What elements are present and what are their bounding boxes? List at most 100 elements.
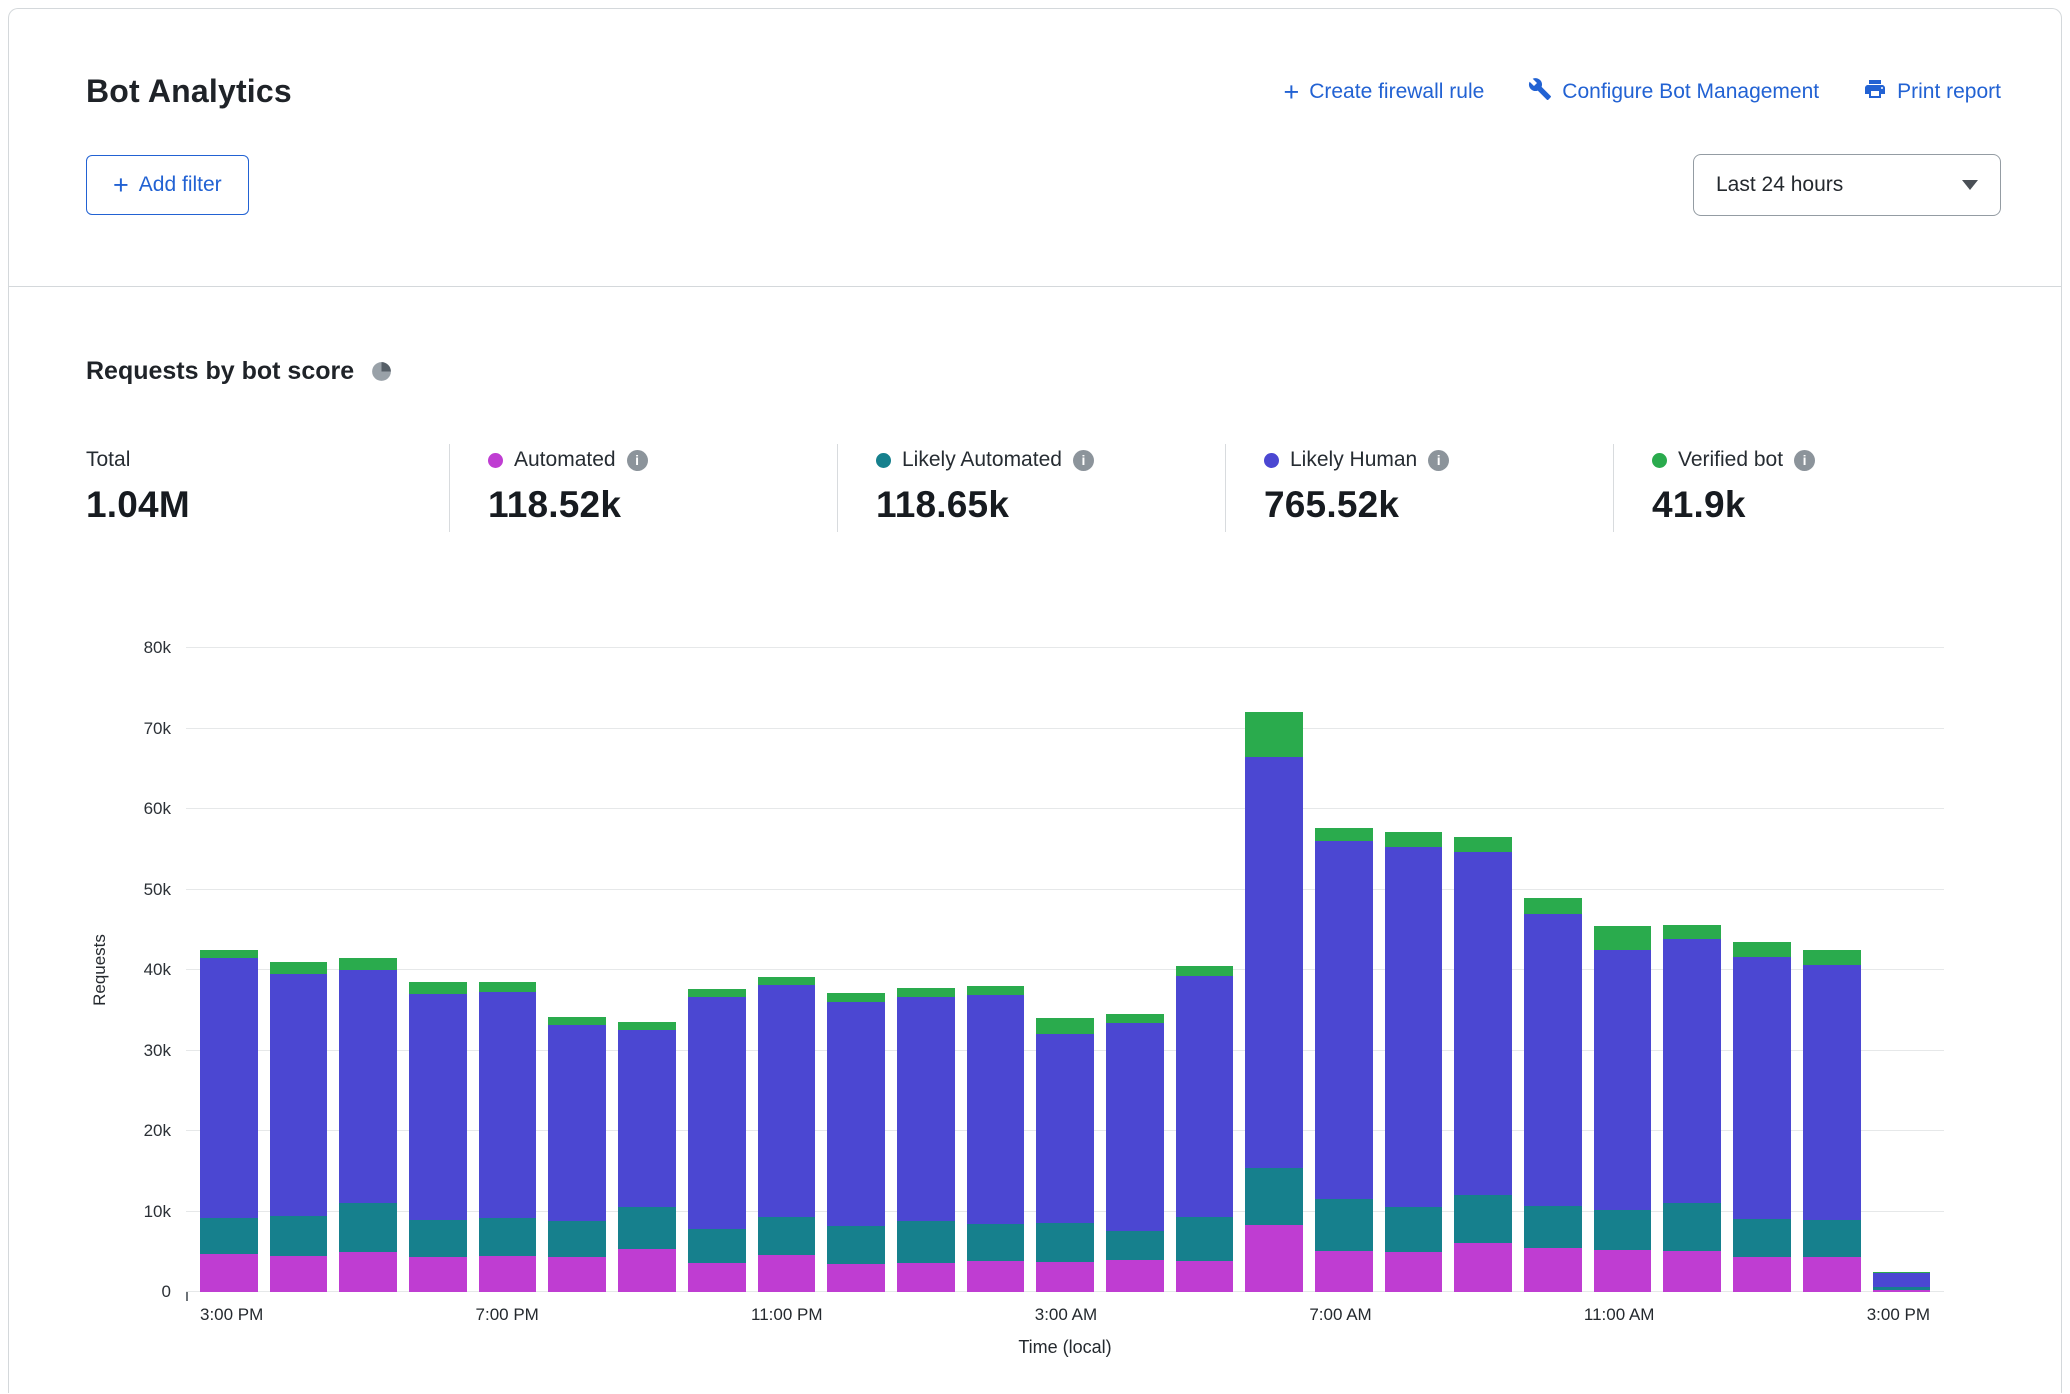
bar-9[interactable] — [827, 993, 885, 1292]
bar-segment — [758, 1255, 816, 1292]
bar-4[interactable] — [479, 982, 537, 1292]
x-tick-label: 7:00 PM — [476, 1305, 539, 1325]
bar-24[interactable] — [1873, 1272, 1931, 1292]
info-icon[interactable]: i — [1073, 450, 1094, 471]
bar-13[interactable] — [1106, 1014, 1164, 1293]
bar-19[interactable] — [1524, 898, 1582, 1292]
likely-automated-dot — [876, 453, 891, 468]
info-icon[interactable]: i — [1794, 450, 1815, 471]
chart-bars[interactable] — [186, 648, 1944, 1292]
bar-10[interactable] — [897, 988, 955, 1292]
bar-22[interactable] — [1733, 942, 1791, 1292]
card-body: Requests by bot score Total 1.04M Automa… — [9, 357, 2061, 1358]
print-report-link[interactable]: Print report — [1863, 77, 2001, 107]
bar-14[interactable] — [1176, 966, 1234, 1292]
x-tick-cell: 3:00 PM — [200, 1305, 263, 1325]
y-tick-label: 60k — [144, 799, 171, 819]
x-tick-cell — [1800, 1305, 1855, 1325]
bar-segment — [1385, 847, 1443, 1208]
add-filter-plus-icon: + — [113, 175, 129, 195]
bar-segment — [1385, 1252, 1443, 1292]
stat-automated: Automated i 118.52k — [449, 444, 837, 532]
bar-segment — [270, 1256, 328, 1292]
bar-segment — [897, 997, 955, 1222]
x-tick-cell: 11:00 PM — [751, 1305, 823, 1325]
time-range-dropdown[interactable]: Last 24 hours — [1693, 154, 2001, 216]
bar-23[interactable] — [1803, 950, 1861, 1292]
bar-2[interactable] — [339, 958, 397, 1292]
bar-segment — [1385, 1207, 1443, 1251]
bar-20[interactable] — [1594, 926, 1652, 1292]
bar-15[interactable] — [1245, 712, 1303, 1292]
bar-segment — [1245, 1225, 1303, 1292]
stat-likely-automated: Likely Automated i 118.65k — [837, 444, 1225, 532]
bar-segment — [1594, 926, 1652, 950]
bar-segment — [1594, 1250, 1652, 1292]
bar-segment — [479, 982, 537, 992]
wrench-icon — [1528, 77, 1552, 107]
bar-segment — [1803, 1257, 1861, 1292]
bar-segment — [618, 1022, 676, 1029]
bar-segment — [688, 1263, 746, 1292]
bar-18[interactable] — [1454, 837, 1512, 1292]
bar-21[interactable] — [1663, 925, 1721, 1292]
x-tick-cell — [1384, 1305, 1439, 1325]
bar-segment — [1454, 1243, 1512, 1292]
bar-5[interactable] — [548, 1017, 606, 1292]
bar-segment — [1245, 1168, 1303, 1225]
info-icon[interactable]: i — [1428, 450, 1449, 471]
bar-segment — [1733, 1257, 1791, 1292]
bar-segment — [479, 992, 537, 1218]
x-tick-cell — [1666, 1305, 1721, 1325]
y-tick-label: 0 — [162, 1282, 171, 1302]
bar-segment — [1106, 1023, 1164, 1231]
bar-segment — [1385, 832, 1443, 847]
bar-segment — [1106, 1260, 1164, 1292]
bar-segment — [1663, 939, 1721, 1203]
bar-segment — [827, 993, 885, 1003]
bar-12[interactable] — [1036, 1018, 1094, 1292]
bar-segment — [339, 970, 397, 1203]
card-header: Bot Analytics + Create firewall rule Con… — [9, 9, 2061, 287]
bar-segment — [1524, 914, 1582, 1205]
bar-6[interactable] — [618, 1022, 676, 1292]
configure-bot-management-link[interactable]: Configure Bot Management — [1528, 77, 1819, 107]
bar-segment — [1036, 1262, 1094, 1292]
bar-segment — [967, 986, 1025, 995]
bar-segment — [548, 1025, 606, 1221]
x-tick-cell — [275, 1305, 330, 1325]
bar-segment — [1315, 828, 1373, 842]
automated-dot — [488, 453, 503, 468]
x-tick-cell — [551, 1305, 606, 1325]
bar-3[interactable] — [409, 982, 467, 1292]
stat-total-label: Total — [86, 448, 130, 472]
add-filter-label: Add filter — [139, 173, 222, 197]
y-tick-label: 80k — [144, 638, 171, 658]
bar-8[interactable] — [758, 977, 816, 1292]
bar-segment — [1803, 1220, 1861, 1257]
x-tick-cell — [1109, 1305, 1164, 1325]
x-tick-cell — [618, 1305, 673, 1325]
info-icon[interactable]: i — [627, 450, 648, 471]
print-report-label: Print report — [1897, 80, 2001, 104]
x-tick-cell — [409, 1305, 464, 1325]
bar-segment — [200, 958, 258, 1218]
bar-segment — [1245, 757, 1303, 1168]
stat-verified-bot-label: Verified bot — [1678, 448, 1783, 472]
bar-11[interactable] — [967, 986, 1025, 1292]
bar-segment — [688, 997, 746, 1229]
bar-segment — [758, 977, 816, 985]
bar-1[interactable] — [270, 962, 328, 1292]
bar-segment — [1176, 976, 1234, 1217]
bar-17[interactable] — [1385, 832, 1443, 1292]
bar-0[interactable] — [200, 950, 258, 1292]
create-firewall-rule-link[interactable]: + Create firewall rule — [1283, 80, 1484, 104]
x-tick-cell: 3:00 AM — [1035, 1305, 1097, 1325]
bar-segment — [758, 1217, 816, 1255]
add-filter-button[interactable]: + Add filter — [86, 155, 249, 215]
bar-segment — [479, 1218, 537, 1256]
bar-7[interactable] — [688, 989, 746, 1292]
bar-segment — [548, 1257, 606, 1292]
bar-16[interactable] — [1315, 828, 1373, 1292]
create-firewall-rule-label: Create firewall rule — [1309, 80, 1484, 104]
